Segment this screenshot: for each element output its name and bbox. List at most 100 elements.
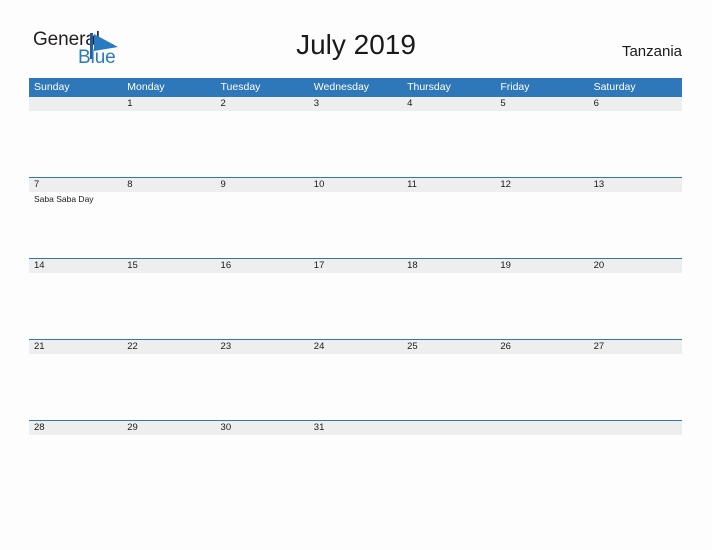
event-band <box>29 111 682 177</box>
day-number[interactable]: 3 <box>309 97 402 111</box>
day-cell[interactable] <box>402 354 495 420</box>
day-number-empty <box>402 421 495 435</box>
day-cell[interactable] <box>29 273 122 339</box>
day-cell[interactable] <box>122 273 215 339</box>
day-number-empty <box>495 421 588 435</box>
day-number[interactable]: 30 <box>216 421 309 435</box>
day-cell[interactable] <box>122 435 215 501</box>
event-band: Saba Saba Day <box>29 192 682 258</box>
day-number[interactable]: 6 <box>589 97 682 111</box>
day-cell[interactable] <box>495 435 588 501</box>
day-number[interactable]: 22 <box>122 340 215 354</box>
date-number-band: 28 29 30 31 <box>29 421 682 435</box>
day-number[interactable]: 16 <box>216 259 309 273</box>
day-cell[interactable] <box>589 435 682 501</box>
day-cell[interactable] <box>216 354 309 420</box>
day-cell[interactable] <box>122 192 215 258</box>
weekday-header-sunday: Sunday <box>34 81 70 93</box>
day-cell[interactable] <box>402 111 495 177</box>
calendar-grid: Sunday Monday Tuesday Wednesday Thursday Frid… <box>29 78 682 501</box>
day-number[interactable]: 28 <box>29 421 122 435</box>
day-number[interactable]: 27 <box>589 340 682 354</box>
weekday-header-wednesday: Wednesday <box>313 81 370 93</box>
calendar-weeks: 1 2 3 4 5 6 7 8 9 10 11 12 13 Saba Saba Day 14 15 16 17 18… <box>29 96 682 501</box>
day-cell[interactable] <box>495 273 588 339</box>
day-cell[interactable] <box>309 273 402 339</box>
event-band <box>29 273 682 339</box>
weekday-header-tuesday: Tuesday <box>220 81 261 93</box>
weekday-header-saturday: Saturday <box>593 81 636 93</box>
day-cell[interactable] <box>495 192 588 258</box>
day-number[interactable]: 4 <box>402 97 495 111</box>
day-number[interactable]: 1 <box>122 97 215 111</box>
day-number[interactable]: 31 <box>309 421 402 435</box>
day-number[interactable]: 26 <box>495 340 588 354</box>
day-cell[interactable] <box>29 354 122 420</box>
weekday-header-friday: Friday <box>500 81 530 93</box>
date-number-band: 7 8 9 10 11 12 13 <box>29 178 682 192</box>
day-number[interactable]: 8 <box>122 178 215 192</box>
day-cell[interactable] <box>309 354 402 420</box>
day-cell[interactable] <box>589 192 682 258</box>
day-cell[interactable] <box>29 435 122 501</box>
day-cell[interactable] <box>216 273 309 339</box>
day-number[interactable]: 5 <box>495 97 588 111</box>
day-number-empty <box>589 421 682 435</box>
region-label: Tanzania <box>621 43 682 60</box>
holiday-event-label: Saba Saba Day <box>34 194 94 204</box>
day-cell[interactable] <box>216 435 309 501</box>
day-cell[interactable] <box>122 354 215 420</box>
day-number[interactable]: 20 <box>589 259 682 273</box>
day-cell[interactable] <box>402 435 495 501</box>
day-cell[interactable] <box>309 435 402 501</box>
calendar-week-row: 21 22 23 24 25 26 27 <box>29 339 682 420</box>
day-number-empty <box>29 97 122 111</box>
day-number[interactable]: 17 <box>309 259 402 273</box>
day-number[interactable]: 21 <box>29 340 122 354</box>
page-header: General Blue July 2019 Tanzania <box>0 0 712 76</box>
day-number[interactable]: 19 <box>495 259 588 273</box>
day-number[interactable]: 15 <box>122 259 215 273</box>
day-cell[interactable] <box>495 111 588 177</box>
day-number[interactable]: 11 <box>402 178 495 192</box>
day-number[interactable]: 18 <box>402 259 495 273</box>
day-number[interactable]: 13 <box>589 178 682 192</box>
day-number[interactable]: 23 <box>216 340 309 354</box>
day-cell[interactable] <box>402 273 495 339</box>
day-cell[interactable] <box>495 354 588 420</box>
date-number-band: 21 22 23 24 25 26 27 <box>29 340 682 354</box>
day-cell[interactable]: Saba Saba Day <box>29 192 122 258</box>
weekday-header-thursday: Thursday <box>407 81 451 93</box>
weekday-header-monday: Monday <box>127 81 165 93</box>
day-cell[interactable] <box>402 192 495 258</box>
day-number[interactable]: 9 <box>216 178 309 192</box>
day-cell[interactable] <box>29 111 122 177</box>
day-cell[interactable] <box>122 111 215 177</box>
day-number[interactable]: 10 <box>309 178 402 192</box>
calendar-week-row: 28 29 30 31 <box>29 420 682 501</box>
calendar-page: General Blue July 2019 Tanzania Sunday Mo… <box>0 0 712 550</box>
day-number[interactable]: 2 <box>216 97 309 111</box>
day-cell[interactable] <box>216 192 309 258</box>
day-cell[interactable] <box>309 111 402 177</box>
weekday-header-row: Sunday Monday Tuesday Wednesday Thursday Frid… <box>29 78 682 96</box>
day-number[interactable]: 24 <box>309 340 402 354</box>
day-cell[interactable] <box>589 111 682 177</box>
day-number[interactable]: 29 <box>122 421 215 435</box>
day-cell[interactable] <box>589 273 682 339</box>
event-band <box>29 435 682 501</box>
date-number-band: 123456 <box>29 97 682 111</box>
day-number[interactable]: 12 <box>495 178 588 192</box>
event-band <box>29 354 682 420</box>
day-cell[interactable] <box>589 354 682 420</box>
day-cell[interactable] <box>216 111 309 177</box>
calendar-week-row: 123456 <box>29 96 682 177</box>
date-number-band: 14 15 16 17 18 19 20 <box>29 259 682 273</box>
page-title: July 2019 <box>296 29 416 60</box>
calendar-week-row: 7 8 9 10 11 12 13 Saba Saba Day <box>29 177 682 258</box>
day-number[interactable]: 14 <box>29 259 122 273</box>
day-number[interactable]: 25 <box>402 340 495 354</box>
calendar-week-row: 14 15 16 17 18 19 20 <box>29 258 682 339</box>
day-number[interactable]: 7 <box>29 178 122 192</box>
day-cell[interactable] <box>309 192 402 258</box>
